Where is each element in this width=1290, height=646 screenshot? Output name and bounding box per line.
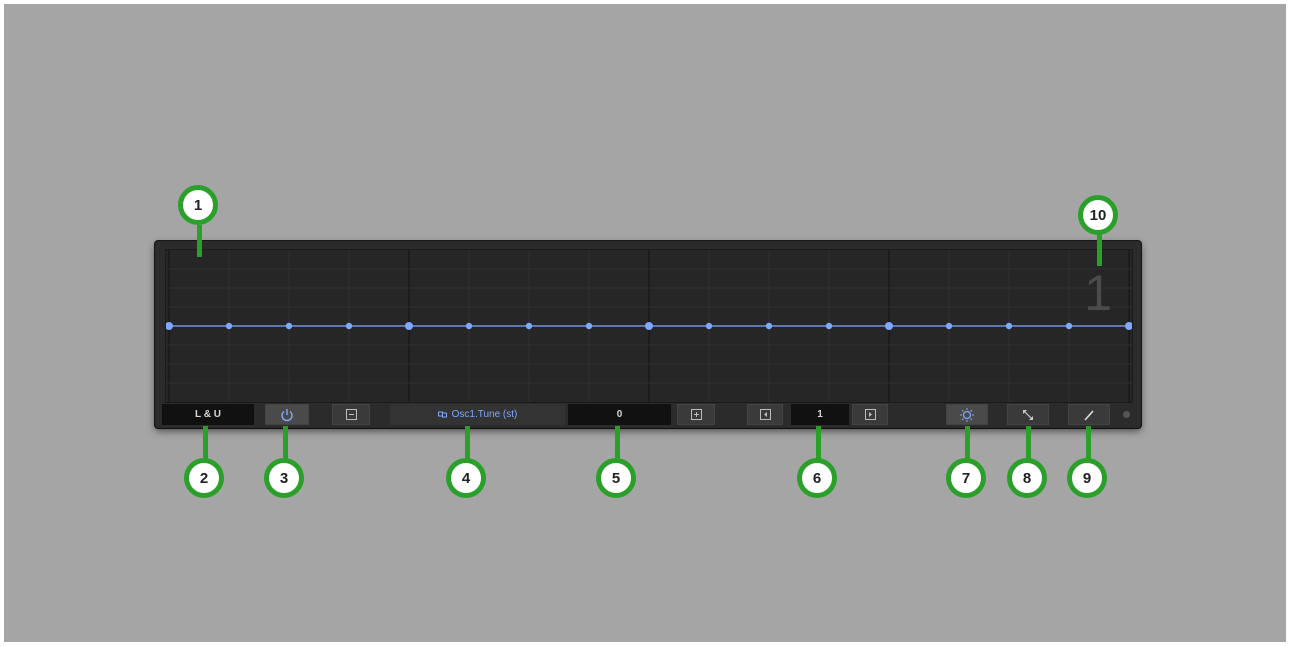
- expand-button[interactable]: [1007, 404, 1049, 425]
- step-point[interactable]: [405, 322, 413, 330]
- callout-9: 9: [1067, 458, 1107, 498]
- control-bar: L & U Osc1.Tune (st) 0 1: [155, 403, 1141, 428]
- callout-7-stem: [965, 426, 970, 461]
- callout-8-stem: [1026, 426, 1031, 461]
- callout-1-stem: [197, 225, 202, 257]
- callout-4-stem: [465, 426, 470, 461]
- minus-icon: [345, 409, 357, 420]
- draw-button[interactable]: [1068, 404, 1110, 425]
- callout-3: 3: [264, 458, 304, 498]
- snap-icon: [960, 407, 974, 422]
- callout-8-label: 8: [1022, 469, 1032, 487]
- increment-button[interactable]: [677, 404, 715, 425]
- step-point[interactable]: [705, 322, 713, 330]
- power-icon: [281, 408, 293, 421]
- callout-5: 5: [596, 458, 636, 498]
- callout-1-label: 1: [193, 196, 203, 214]
- callout-9-stem: [1086, 426, 1091, 461]
- step-point[interactable]: [166, 322, 173, 330]
- next-step-button[interactable]: [852, 404, 888, 425]
- callout-3-label: 3: [279, 469, 289, 487]
- step-point[interactable]: [225, 322, 233, 330]
- callout-5-stem: [615, 426, 620, 461]
- mode-label: L & U: [195, 409, 221, 420]
- callout-4-label: 4: [461, 469, 471, 487]
- callout-6-stem: [816, 426, 821, 461]
- plus-icon: [690, 409, 702, 420]
- expand-icon: [1023, 409, 1033, 420]
- callout-1: 1: [178, 185, 218, 225]
- step-point[interactable]: [825, 322, 833, 330]
- callout-8: 8: [1007, 458, 1047, 498]
- step-point[interactable]: [585, 322, 593, 330]
- callout-2-label: 2: [199, 469, 209, 487]
- callout-2: 2: [184, 458, 224, 498]
- value-field[interactable]: 0: [568, 404, 671, 425]
- step-count-field[interactable]: 1: [791, 404, 849, 425]
- callout-6-label: 6: [812, 469, 822, 487]
- callout-9-label: 9: [1082, 469, 1092, 487]
- power-button[interactable]: [265, 404, 309, 425]
- pencil-icon: [1084, 409, 1094, 421]
- previous-step-button[interactable]: [747, 404, 783, 425]
- step-sequencer-panel: 1 L & U Osc1.Tune (st) 0 1: [155, 241, 1141, 428]
- parameter-label: Osc1.Tune (st): [451, 409, 518, 420]
- step-point[interactable]: [465, 322, 473, 330]
- step-point[interactable]: [1125, 322, 1132, 330]
- next-icon: [864, 409, 876, 420]
- step-point[interactable]: [1065, 322, 1073, 330]
- status-dot: [1123, 411, 1130, 418]
- callout-4: 4: [446, 458, 486, 498]
- step-point[interactable]: [285, 322, 293, 330]
- callout-7-label: 7: [961, 469, 971, 487]
- step-point[interactable]: [945, 322, 953, 330]
- callout-3-stem: [283, 426, 288, 461]
- callout-10: 10: [1078, 195, 1118, 235]
- value-display: 0: [616, 409, 623, 420]
- previous-icon: [759, 409, 771, 420]
- snap-button[interactable]: [946, 404, 988, 425]
- step-point[interactable]: [1005, 322, 1013, 330]
- parameter-selector[interactable]: Osc1.Tune (st): [390, 404, 565, 425]
- grid-graphic: [166, 250, 1132, 402]
- callout-7: 7: [946, 458, 986, 498]
- step-point[interactable]: [525, 322, 533, 330]
- callout-2-stem: [203, 426, 208, 461]
- step-grid[interactable]: 1: [165, 249, 1133, 403]
- link-icon: [437, 411, 447, 418]
- decrement-button[interactable]: [332, 404, 370, 425]
- callout-10-label: 10: [1089, 206, 1107, 224]
- current-step-number: 1: [1084, 265, 1112, 321]
- step-point[interactable]: [885, 322, 893, 330]
- callout-5-label: 5: [611, 469, 621, 487]
- mode-button[interactable]: L & U: [162, 404, 254, 425]
- step-point[interactable]: [345, 322, 353, 330]
- step-point[interactable]: [765, 322, 773, 330]
- step-count-display: 1: [817, 409, 823, 420]
- step-point[interactable]: [645, 322, 653, 330]
- callout-6: 6: [797, 458, 837, 498]
